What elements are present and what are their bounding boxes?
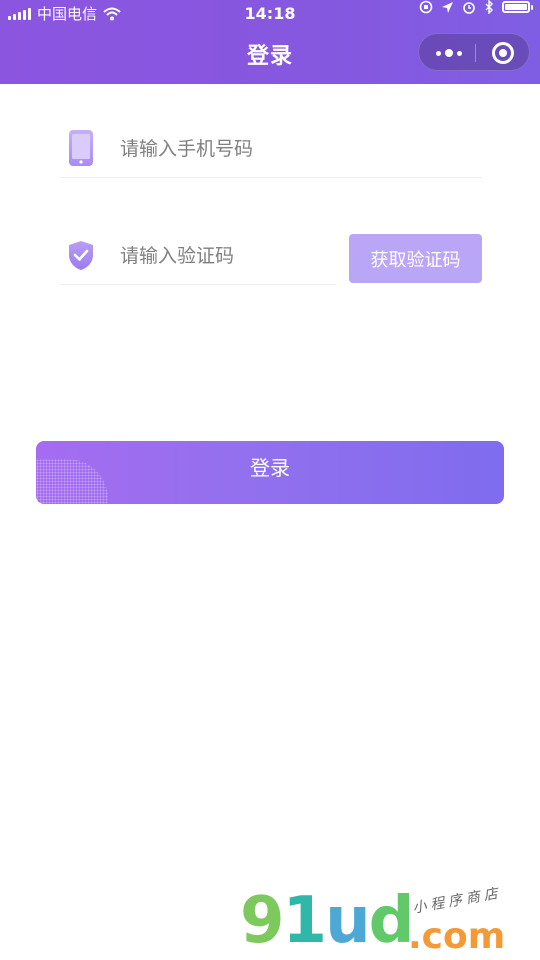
login-button-label: 登录 bbox=[250, 456, 290, 480]
watermark-logo: 91ud bbox=[240, 884, 414, 958]
close-button[interactable] bbox=[492, 42, 514, 64]
phone-input[interactable] bbox=[120, 129, 320, 169]
status-bar: 中国电信 14:18 bbox=[0, 0, 540, 28]
watermark: 91ud .com 小程序商店 bbox=[240, 882, 540, 960]
login-button-texture bbox=[36, 459, 108, 504]
phone-field bbox=[60, 121, 482, 178]
code-input[interactable] bbox=[120, 236, 320, 276]
bluetooth-icon bbox=[485, 0, 493, 14]
get-code-button[interactable]: 获取验证码 bbox=[349, 234, 482, 283]
status-right bbox=[419, 0, 533, 14]
login-button[interactable]: 登录 bbox=[36, 441, 504, 504]
watermark-domain: .com bbox=[408, 916, 506, 957]
watermark-tagline: 小程序商店 bbox=[411, 885, 503, 917]
app-header: 中国电信 14:18 登录 bbox=[0, 0, 540, 84]
code-field bbox=[60, 228, 336, 285]
phone-icon bbox=[69, 130, 93, 166]
shield-check-icon bbox=[69, 241, 93, 270]
battery-icon bbox=[502, 1, 533, 13]
more-button[interactable] bbox=[432, 34, 466, 72]
capsule-divider bbox=[475, 44, 476, 62]
alarm-icon bbox=[463, 2, 475, 14]
orientation-lock-icon bbox=[419, 0, 433, 14]
location-icon bbox=[442, 1, 453, 13]
mini-program-capsule bbox=[418, 33, 530, 71]
